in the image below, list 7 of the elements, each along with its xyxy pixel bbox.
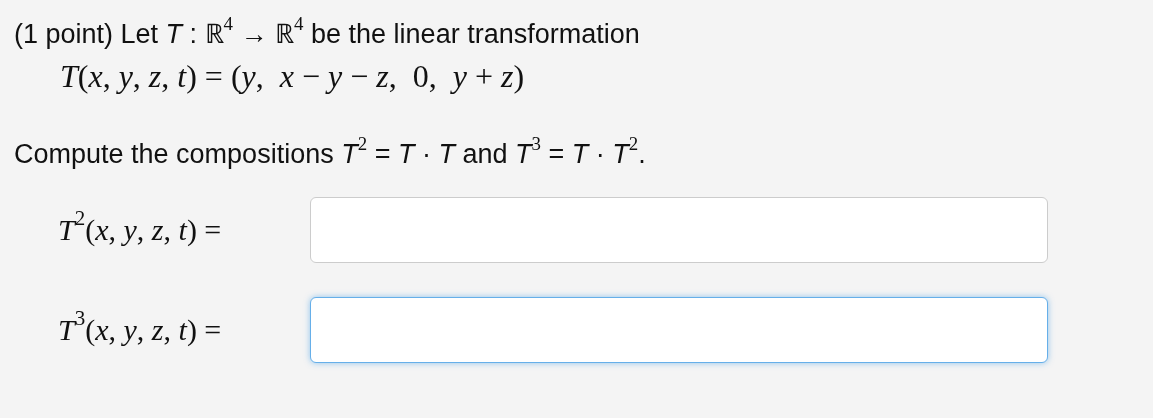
answer-label: T$^{3}$(x, y, z, t) = — [58, 313, 223, 347]
answer-field[interactable] — [310, 297, 1048, 363]
answer-label: T$^{2}$(x, y, z, t) = — [58, 213, 223, 247]
transformation-formula: T(x, y, z, t) = (y, x − y − z, 0, y + z) — [60, 57, 526, 96]
instruction-text: Compute the compositions T$^{2}$ = T · T and T$^{3}$ = T · T$^{2}$. — [14, 134, 647, 171]
problem-statement: (1 point) Let T : ℝ$^{4}$ → ℝ$^{4}$ be the linear transformation — [14, 14, 641, 51]
answer-field[interactable] — [310, 197, 1048, 263]
